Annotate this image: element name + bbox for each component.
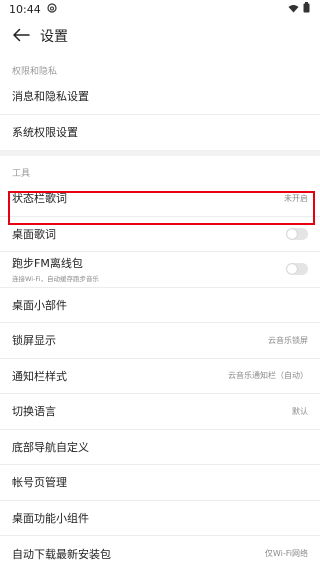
section-label-privacy: 权限和隐私: [12, 67, 58, 77]
section-privacy: 权限和隐私 消息和隐私设置 系统权限设置: [0, 54, 320, 150]
back-button[interactable]: [10, 25, 32, 47]
section-tools: 工具 状态栏歌词 未开启 桌面歌词 跑步FM离线包 连接Wi-Fi，自动缓存跑步…: [0, 156, 320, 570]
row-label: 底部导航自定义: [12, 440, 89, 454]
row-main: 跑步FM离线包 连接Wi-Fi，自动缓存跑步音乐: [12, 255, 99, 283]
row-label: 状态栏歌词: [12, 192, 67, 206]
row-lockscreen[interactable]: 锁屏显示 云音乐锁屏: [0, 323, 320, 359]
status-time: 10:44: [9, 2, 41, 16]
row-label: 桌面小部件: [12, 298, 67, 312]
page-title: 设置: [40, 29, 68, 45]
row-label: 锁屏显示: [12, 334, 56, 348]
row-value: 未开启: [284, 193, 308, 203]
row-notification-style[interactable]: 通知栏样式 云音乐通知栏（自动）: [0, 359, 320, 394]
row-bottom-nav[interactable]: 底部导航自定义: [0, 430, 320, 465]
row-label: 通知栏样式: [12, 369, 67, 383]
row-label: 帐号页管理: [12, 476, 67, 490]
desktop-lyrics-toggle[interactable]: [286, 227, 308, 240]
row-label: 消息和隐私设置: [12, 90, 89, 104]
row-desktop-function-widget[interactable]: 桌面功能小组件: [0, 501, 320, 536]
row-value: 云音乐通知栏（自动）: [228, 371, 308, 381]
row-label: 切换语言: [12, 405, 56, 419]
status-bar: 10:44: [0, 0, 320, 18]
row-value: 仅Wi-Fi网络: [264, 549, 308, 559]
netease-music-icon: [47, 2, 57, 16]
row-label: 系统权限设置: [12, 126, 78, 140]
row-label: 桌面歌词: [12, 227, 56, 241]
row-language[interactable]: 切换语言 默认: [0, 394, 320, 430]
row-account-page[interactable]: 帐号页管理: [0, 465, 320, 501]
toggle-knob: [287, 264, 297, 275]
status-right: [288, 2, 310, 16]
wifi-icon: [288, 3, 299, 16]
row-label: 跑步FM离线包: [12, 257, 83, 271]
row-subtitle: 连接Wi-Fi，自动缓存跑步音乐: [12, 275, 100, 284]
row-value: 云音乐锁屏: [268, 335, 308, 345]
app-header: 设置: [0, 18, 320, 54]
row-value: 默认: [292, 406, 308, 416]
row-running-fm-offline[interactable]: 跑步FM离线包 连接Wi-Fi，自动缓存跑步音乐: [0, 252, 320, 288]
row-statusbar-lyrics[interactable]: 状态栏歌词 未开启: [0, 181, 320, 217]
row-message-privacy[interactable]: 消息和隐私设置: [0, 79, 320, 115]
status-left: 10:44: [9, 3, 57, 16]
row-system-permissions[interactable]: 系统权限设置: [0, 115, 320, 151]
section-label-tools: 工具: [12, 169, 31, 179]
row-desktop-lyrics[interactable]: 桌面歌词: [0, 217, 320, 252]
row-desktop-widget[interactable]: 桌面小部件: [0, 288, 320, 323]
toggle-knob: [287, 228, 297, 239]
row-auto-download[interactable]: 自动下载最新安装包 仅Wi-Fi网络: [0, 536, 320, 570]
row-label: 自动下载最新安装包: [12, 547, 111, 561]
row-label: 桌面功能小组件: [12, 511, 89, 525]
back-arrow-icon: [12, 27, 30, 46]
battery-icon: [303, 2, 310, 16]
running-fm-toggle[interactable]: [286, 263, 308, 276]
